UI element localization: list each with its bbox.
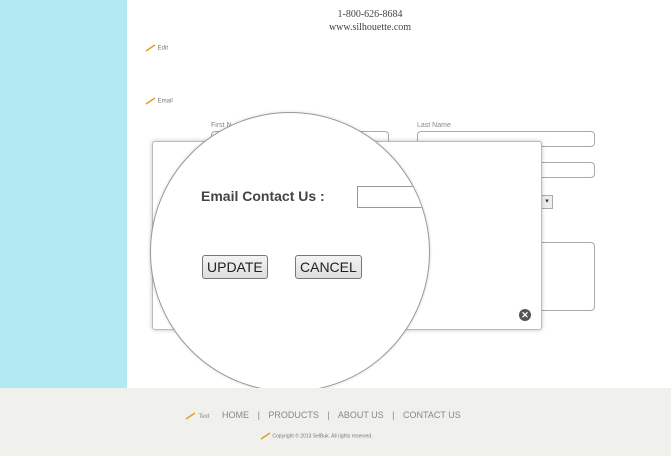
phone-number: 1-800-626-8684 [337, 9, 403, 20]
email-edit-label: Email [157, 98, 173, 105]
footer-separator: | [392, 410, 395, 420]
edit-link[interactable]: Edit [145, 44, 168, 52]
footer-separator: | [257, 410, 260, 420]
left-sidebar [0, 0, 127, 388]
footer-edit-label[interactable]: Text [199, 414, 210, 420]
footer-separator: | [327, 410, 330, 420]
zoom-magnifier: Email Contact Us : UPDATE CANCEL [150, 112, 430, 392]
update-button[interactable]: UPDATE [202, 255, 268, 279]
email-edit-link[interactable]: Email [145, 97, 173, 105]
copyright-text: Copyright © 2013 SelBuk. All rights rese… [260, 432, 373, 440]
email-contact-input[interactable] [357, 186, 429, 208]
last-name-label: Last Name [417, 122, 451, 129]
cancel-button[interactable]: CANCEL [295, 255, 362, 279]
pencil-icon [260, 432, 271, 440]
copyright-label: Copyright © 2013 SelBuk. All rights rese… [272, 433, 373, 440]
pencil-icon [145, 97, 156, 105]
pencil-icon [145, 44, 156, 52]
dropdown-arrow-icon[interactable]: ▾ [541, 195, 553, 209]
footer-link-home[interactable]: HOME [222, 410, 249, 420]
footer-link-contact[interactable]: CONTACT US [403, 410, 461, 420]
email-contact-label: Email Contact Us : [201, 188, 325, 204]
footer-nav: Text HOME | PRODUCTS | ABOUT US | CONTAC… [185, 410, 461, 420]
footer: Text HOME | PRODUCTS | ABOUT US | CONTAC… [0, 388, 671, 456]
header-contact-info: 1-800-626-8684 www.silhouette.com [300, 8, 440, 34]
pencil-icon [185, 411, 196, 420]
close-icon[interactable]: ✕ [519, 309, 531, 321]
edit-link-label: Edit [157, 45, 169, 52]
footer-link-products[interactable]: PRODUCTS [268, 410, 319, 420]
footer-link-about[interactable]: ABOUT US [338, 410, 384, 420]
website-link[interactable]: www.silhouette.com [300, 21, 440, 34]
